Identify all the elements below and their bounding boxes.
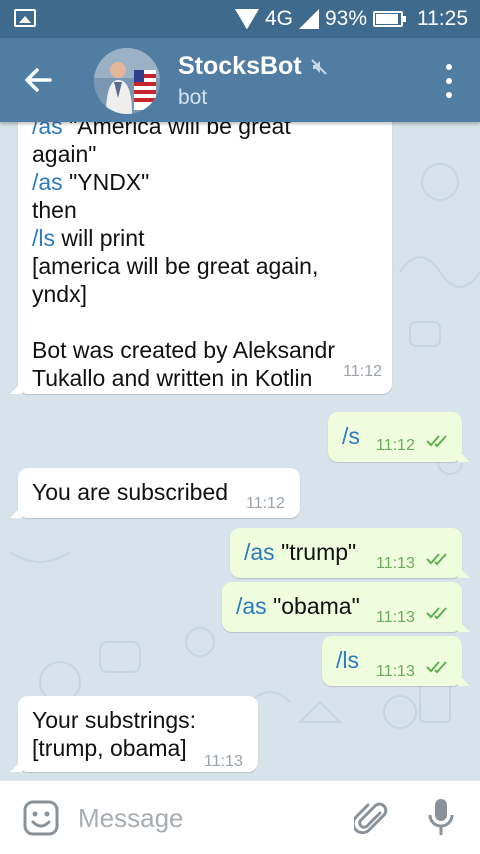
double-check-icon — [426, 435, 447, 448]
message-out-s[interactable]: /s 11:12 — [328, 412, 470, 462]
composer — [0, 780, 480, 854]
avatar[interactable] — [94, 48, 160, 114]
bubble-tail — [10, 760, 22, 772]
command-link[interactable]: /s — [342, 423, 360, 449]
message-text: You are subscribed — [32, 479, 229, 505]
chat-subtitle: bot — [178, 86, 208, 109]
bubble-tail — [10, 382, 22, 394]
message-list[interactable]: /as "America will be great again" /as "Y… — [0, 122, 480, 780]
double-check-icon — [426, 607, 447, 620]
chat-title: StocksBot — [178, 52, 302, 80]
double-check-icon — [426, 661, 447, 674]
message-out-ls[interactable]: /ls 11:13 — [322, 636, 470, 686]
command-link[interactable]: /ls — [336, 647, 359, 673]
command-link[interactable]: /as — [32, 169, 63, 195]
message-line: then — [32, 197, 77, 223]
message-line: Tukallo and written in Kotlin — [32, 365, 313, 391]
attach-icon[interactable] — [354, 799, 390, 839]
more-vert-icon[interactable] — [444, 64, 454, 98]
message-line: /ls will print — [32, 225, 145, 251]
message-input[interactable] — [78, 797, 338, 839]
mic-icon[interactable] — [426, 797, 456, 839]
message-time: 11:13 — [376, 663, 415, 680]
double-check-icon — [426, 553, 447, 566]
gallery-icon — [14, 9, 36, 27]
message-line: yndx] — [32, 281, 87, 307]
message-time: 11:13 — [376, 609, 415, 626]
message-line: Bot was created by Aleksandr — [32, 337, 335, 363]
message-text: "trump" — [274, 539, 357, 565]
signal-icon — [298, 9, 319, 29]
title-row[interactable]: StocksBot — [178, 52, 328, 81]
wifi-icon — [235, 9, 259, 29]
command-link[interactable]: /as — [32, 122, 63, 139]
avatar-image — [94, 48, 160, 114]
message-subscribed[interactable]: You are subscribed 11:12 — [10, 468, 300, 518]
status-icons: 4G 93% 11:25 — [235, 7, 468, 31]
message-text: "obama" — [266, 593, 360, 619]
message-line — [32, 308, 378, 336]
bubble-tail — [458, 620, 470, 632]
bubble-tail — [458, 674, 470, 686]
message-time: 11:12 — [343, 363, 382, 380]
message-time: 11:13 — [376, 555, 415, 572]
message-out-trump[interactable]: /as "trump" 11:13 — [230, 528, 470, 578]
battery-icon — [373, 11, 406, 27]
message-time: 11:12 — [246, 495, 285, 512]
message-text: Your substrings: — [32, 707, 197, 733]
message-line: [america will be great again, — [32, 253, 319, 279]
message-line: /as "America will be great — [32, 122, 378, 140]
chat-header: StocksBot bot — [0, 38, 480, 122]
back-button[interactable] — [20, 62, 56, 98]
message-bot-help[interactable]: /as "America will be great again" /as "Y… — [10, 122, 392, 394]
message-time: 11:13 — [204, 753, 243, 770]
back-arrow-icon — [25, 68, 52, 92]
command-link[interactable]: /ls — [32, 225, 55, 251]
message-line: /as "YNDX" — [32, 169, 150, 195]
message-substrings[interactable]: Your substrings: [trump, obama] 11:13 — [10, 696, 258, 772]
command-link[interactable]: /as — [244, 539, 275, 565]
clock: 11:25 — [417, 7, 468, 30]
message-time: 11:12 — [376, 437, 415, 454]
message-line: again" — [32, 141, 97, 167]
bubble-tail — [458, 566, 470, 578]
message-out-obama[interactable]: /as "obama" 11:13 — [222, 582, 470, 632]
emoji-icon[interactable] — [22, 799, 60, 837]
network-type: 4G — [264, 7, 293, 30]
command-link[interactable]: /as — [236, 593, 267, 619]
battery-percent: 93% — [324, 7, 367, 30]
bubble-tail — [458, 450, 470, 462]
status-bar: 4G 93% 11:25 — [0, 0, 480, 38]
mute-icon — [310, 58, 327, 75]
bubble-tail — [10, 506, 22, 518]
